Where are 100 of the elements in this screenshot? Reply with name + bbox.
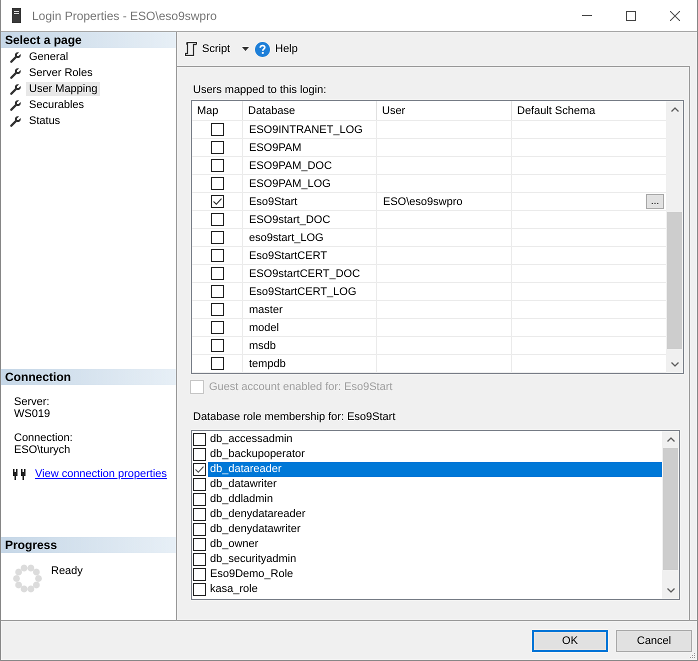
- field-label: Connection:: [14, 432, 73, 444]
- wrench-icon: [10, 100, 21, 110]
- checkbox[interactable]: [210, 357, 224, 370]
- role-item[interactable]: db_backupoperator: [208, 447, 662, 462]
- scrollbar-thumb[interactable]: [667, 212, 682, 349]
- role-item[interactable]: db_datawriter: [208, 477, 662, 492]
- table-cell: ESO9start_DOC: [249, 214, 330, 226]
- checkbox[interactable]: [210, 231, 224, 244]
- column-header: User: [377, 101, 512, 120]
- page-link[interactable]: General: [26, 50, 72, 64]
- checkbox[interactable]: [210, 195, 224, 208]
- browse-button[interactable]: ...: [646, 194, 664, 209]
- caret-icon: [242, 47, 250, 51]
- connection-properties-link[interactable]: View connection properties: [35, 468, 167, 480]
- checkmark-icon: [195, 466, 204, 473]
- chevron-down-icon: [666, 588, 674, 593]
- checkbox[interactable]: [193, 493, 206, 506]
- wrench-icon: [10, 116, 21, 126]
- checkbox[interactable]: [193, 553, 206, 566]
- section-label: Database role membership for: Eso9Start: [193, 411, 396, 424]
- chevron-down-icon: [670, 362, 678, 367]
- checkbox[interactable]: [193, 448, 206, 461]
- close-icon: [670, 10, 680, 20]
- scrollbar-thumb[interactable]: [663, 448, 678, 570]
- checkbox[interactable]: [210, 339, 224, 352]
- checkbox[interactable]: [210, 123, 224, 136]
- spinner-icon: [13, 564, 42, 593]
- checkmark-icon: [212, 198, 222, 205]
- help-button[interactable]: Help: [253, 38, 300, 60]
- role-item[interactable]: db_ddladmin: [208, 492, 662, 507]
- table-cell: Eso9Start: [249, 196, 298, 208]
- table-cell: Eso9StartCERT_LOG: [249, 286, 356, 298]
- table-cell: ESO9PAM_LOG: [249, 178, 331, 190]
- table-cell: ESO9INTRANET_LOG: [249, 124, 363, 136]
- table-cell: model: [249, 322, 279, 334]
- checkbox[interactable]: [210, 303, 224, 316]
- role-item[interactable]: db_securityadmin: [208, 552, 662, 567]
- role-item[interactable]: kasa_role: [208, 582, 662, 597]
- wrench-icon: [10, 84, 21, 94]
- role-item[interactable]: db_datareader: [208, 462, 662, 477]
- section-header: Select a page: [1, 32, 176, 48]
- checkbox[interactable]: [210, 177, 224, 190]
- table-cell: master: [249, 304, 283, 316]
- checkbox[interactable]: [210, 285, 224, 298]
- dialog-button[interactable]: OK: [532, 630, 608, 652]
- checkbox[interactable]: [193, 568, 206, 581]
- table-cell: tempdb: [249, 358, 286, 370]
- checkbox[interactable]: [193, 538, 206, 551]
- wrench-icon: [10, 52, 21, 62]
- table-cell: ESO9PAM_DOC: [249, 160, 332, 172]
- window-title: Login Properties - ESO\eso9swpro: [32, 8, 217, 22]
- table-cell: Eso9StartCERT: [249, 250, 328, 262]
- chevron-up-icon: [670, 107, 678, 112]
- minimize-icon: [582, 15, 592, 16]
- maximize-icon: [626, 10, 636, 20]
- role-item[interactable]: Eso9Demo_Role: [208, 567, 662, 582]
- column-header: Database: [243, 101, 377, 120]
- field-value: WS019: [14, 408, 50, 420]
- checkbox[interactable]: [210, 267, 224, 280]
- page-link[interactable]: Securables: [26, 98, 88, 112]
- checkbox[interactable]: [210, 141, 224, 154]
- role-item[interactable]: db_accessadmin: [208, 432, 662, 447]
- field-label: Server:: [14, 396, 50, 408]
- table-cell: eso9start_LOG: [249, 232, 324, 244]
- field-value: ESO\turych: [14, 444, 70, 456]
- checkbox[interactable]: [193, 508, 206, 521]
- scroll-icon: [185, 42, 197, 56]
- role-item[interactable]: db_owner: [208, 537, 662, 552]
- checkbox[interactable]: [193, 433, 206, 446]
- server-icon: [12, 8, 21, 23]
- section-label: Users mapped to this login:: [193, 84, 326, 97]
- column-header: Map: [192, 101, 243, 120]
- scrollbar[interactable]: [666, 101, 683, 373]
- checkbox[interactable]: [193, 463, 206, 476]
- page-link[interactable]: Server Roles: [26, 66, 96, 80]
- wrench-icon: [10, 68, 21, 78]
- table-cell: ESO9startCERT_DOC: [249, 268, 360, 280]
- page-link[interactable]: User Mapping: [26, 82, 100, 96]
- table-cell: msdb: [249, 340, 276, 352]
- checkbox[interactable]: [193, 523, 206, 536]
- page-link[interactable]: Status: [26, 114, 64, 128]
- role-item[interactable]: db_denydatawriter: [208, 522, 662, 537]
- script-button[interactable]: Script: [183, 38, 232, 60]
- checkbox[interactable]: [210, 249, 224, 262]
- checkbox-label: Guest account enabled for: Eso9Start: [209, 381, 392, 393]
- checkbox[interactable]: [210, 159, 224, 172]
- section-header: Progress: [1, 537, 176, 553]
- column-header: Default Schema: [516, 104, 596, 118]
- table-cell: ESO9PAM: [249, 142, 302, 154]
- checkbox[interactable]: [193, 478, 206, 491]
- dialog-button[interactable]: Cancel: [616, 630, 692, 652]
- dropdown-button[interactable]: [242, 47, 250, 51]
- scrollbar[interactable]: [662, 431, 679, 599]
- plug-icon: [13, 468, 26, 480]
- table-cell: ESO\eso9swpro: [383, 196, 462, 208]
- checkbox[interactable]: [193, 583, 206, 596]
- role-item[interactable]: db_denydatareader: [208, 507, 662, 522]
- help-icon: [255, 42, 270, 56]
- checkbox[interactable]: [210, 213, 224, 226]
- checkbox[interactable]: [210, 321, 224, 334]
